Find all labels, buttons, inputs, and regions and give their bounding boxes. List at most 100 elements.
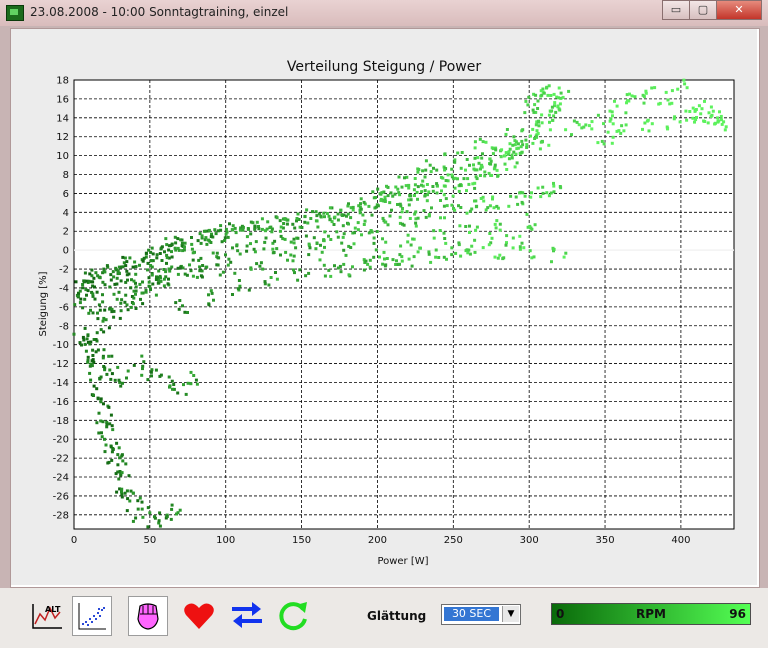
data-point xyxy=(295,217,299,220)
data-point xyxy=(572,119,576,123)
minimize-button[interactable]: ▭ xyxy=(662,0,690,20)
data-point xyxy=(479,164,483,168)
data-point xyxy=(218,273,222,277)
data-point xyxy=(294,246,298,250)
data-point xyxy=(488,232,492,235)
rpm-max-label: 96 xyxy=(729,607,746,621)
data-point xyxy=(231,293,234,296)
data-point xyxy=(439,175,443,179)
data-point xyxy=(311,210,314,214)
data-point xyxy=(116,453,120,457)
data-point xyxy=(522,246,526,250)
data-point xyxy=(390,208,393,212)
data-point xyxy=(670,89,674,93)
data-point xyxy=(518,234,522,238)
data-point xyxy=(103,270,107,274)
data-point xyxy=(498,253,502,257)
heart-rate-button[interactable] xyxy=(180,596,218,634)
data-point xyxy=(464,225,468,228)
data-point xyxy=(90,364,94,368)
data-point xyxy=(81,283,85,286)
maximize-button[interactable]: ▢ xyxy=(689,0,717,20)
x-tick-label: 300 xyxy=(520,535,539,546)
data-point xyxy=(238,252,242,256)
x-tick-label: 0 xyxy=(71,535,77,546)
data-point xyxy=(650,122,654,126)
refresh-button[interactable] xyxy=(274,596,312,634)
data-point xyxy=(494,148,498,152)
y-axis-label: Steigung [%] xyxy=(38,271,49,336)
data-point xyxy=(216,263,220,267)
data-point xyxy=(424,159,428,163)
data-point xyxy=(349,246,353,249)
power-button[interactable] xyxy=(128,596,168,636)
data-point xyxy=(73,303,77,307)
data-point xyxy=(98,276,102,280)
data-point xyxy=(450,253,454,257)
data-point xyxy=(201,264,205,267)
data-point xyxy=(186,311,189,314)
data-point xyxy=(552,92,556,96)
data-point xyxy=(473,140,477,144)
data-point xyxy=(129,286,133,290)
data-point xyxy=(188,263,191,267)
data-point xyxy=(541,87,545,91)
data-point xyxy=(150,259,153,263)
data-point xyxy=(205,242,209,246)
scatter-plot-button[interactable] xyxy=(72,596,112,636)
data-point xyxy=(370,230,374,234)
data-point xyxy=(282,222,286,225)
chevron-down-icon[interactable]: ▼ xyxy=(502,606,519,622)
data-point xyxy=(508,147,512,151)
data-point xyxy=(88,371,92,375)
data-point xyxy=(416,250,420,254)
data-point xyxy=(711,109,715,113)
data-point xyxy=(189,269,193,273)
data-point xyxy=(286,258,289,262)
data-point xyxy=(121,381,124,385)
data-point xyxy=(435,182,439,186)
data-point xyxy=(289,253,293,257)
data-point xyxy=(241,228,245,232)
data-point xyxy=(124,293,128,297)
data-point xyxy=(693,120,696,124)
data-point xyxy=(453,160,457,164)
data-point xyxy=(609,117,613,121)
chart-panel: Verteilung Steigung / Power 0 50 100 150 200… xyxy=(11,29,757,585)
data-point xyxy=(293,271,296,275)
data-point xyxy=(195,275,199,279)
data-point xyxy=(138,263,141,267)
swap-button[interactable] xyxy=(228,596,266,634)
data-point xyxy=(481,140,485,144)
data-point xyxy=(703,99,706,103)
data-point xyxy=(141,302,145,306)
data-point xyxy=(513,165,517,169)
y-tick-label: -26 xyxy=(53,491,69,502)
data-point xyxy=(84,349,88,353)
data-point xyxy=(459,254,463,258)
glattung-select[interactable]: 30 SEC ▼ xyxy=(441,604,521,625)
data-point xyxy=(606,130,610,134)
data-point xyxy=(366,262,370,266)
altitude-chart-button[interactable]: ALT xyxy=(28,596,66,634)
data-point xyxy=(146,261,150,265)
data-point xyxy=(720,118,723,122)
data-point xyxy=(413,183,417,187)
data-point xyxy=(134,265,138,269)
data-point xyxy=(246,227,250,230)
x-tick-label: 50 xyxy=(143,535,156,546)
data-point xyxy=(554,110,558,114)
data-point xyxy=(683,82,687,86)
data-point xyxy=(181,304,184,308)
data-point xyxy=(420,190,424,194)
data-point xyxy=(165,515,169,518)
data-point xyxy=(157,269,161,273)
data-point xyxy=(109,413,113,417)
data-point xyxy=(180,241,184,245)
data-point xyxy=(155,256,159,260)
data-point xyxy=(470,244,474,248)
data-point xyxy=(90,268,94,272)
data-point xyxy=(510,156,514,160)
close-button[interactable]: ✕ xyxy=(716,0,762,20)
data-point xyxy=(100,435,104,439)
